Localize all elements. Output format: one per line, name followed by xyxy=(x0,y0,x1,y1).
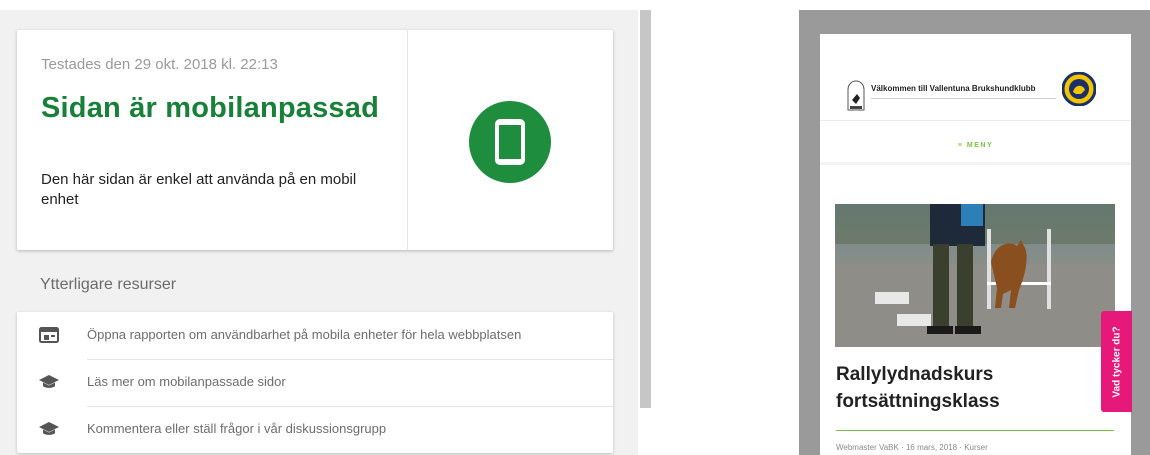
results-panel: Testades den 29 okt. 2018 kl. 22:13 Sida… xyxy=(0,10,638,455)
mobile-friendly-test-page: Testades den 29 okt. 2018 kl. 22:13 Sida… xyxy=(0,0,1150,455)
club-logo-left-icon xyxy=(847,76,865,114)
list-item-discussion-group[interactable]: Kommentera eller ställ frågor i vår disk… xyxy=(17,406,613,453)
title-underline xyxy=(871,98,1056,99)
list-item-label: Öppna rapporten om användbarhet på mobil… xyxy=(87,327,522,342)
card-divider xyxy=(407,30,408,250)
test-timestamp: Testades den 29 okt. 2018 kl. 22:13 xyxy=(41,56,278,73)
graduation-cap-icon xyxy=(39,373,59,391)
report-icon xyxy=(39,326,59,344)
post-title[interactable]: Rallylydnadskurs fortsättningsklass xyxy=(836,361,1096,415)
feedback-label: Vad tycker du? xyxy=(1111,325,1122,398)
result-card: Testades den 29 okt. 2018 kl. 22:13 Sida… xyxy=(17,30,613,250)
post-featured-image[interactable] xyxy=(835,204,1115,347)
smartphone-icon xyxy=(469,101,551,183)
post-meta: Webmaster VaBK · 16 mars, 2018 · Kurser xyxy=(836,443,988,452)
list-item-label: Läs mer om mobilanpassade sidor xyxy=(87,374,286,389)
feedback-tab[interactable]: Vad tycker du? xyxy=(1101,311,1132,412)
result-text: Testades den 29 okt. 2018 kl. 22:13 Sida… xyxy=(41,30,407,250)
scrollbar-thumb[interactable] xyxy=(640,10,651,408)
post-title-underline xyxy=(836,430,1114,431)
result-description: Den här sidan är enkel att använda på en… xyxy=(41,171,357,208)
top-strip xyxy=(0,0,1150,10)
divider xyxy=(820,162,1131,165)
result-headline: Sidan är mobilanpassad xyxy=(41,92,379,124)
menu-button[interactable]: ≡ MENY xyxy=(820,142,1131,149)
club-logo-right-icon xyxy=(1061,71,1097,107)
list-item-learn-more[interactable]: Läs mer om mobilanpassade sidor xyxy=(17,359,613,406)
site-header: Välkommen till Vallentuna Brukshundklubb xyxy=(820,34,1131,120)
preview-gutter xyxy=(652,10,799,455)
resources-heading: Ytterligare resurser xyxy=(40,276,177,293)
resources-list: Öppna rapporten om användbarhet på mobil… xyxy=(17,312,613,453)
divider xyxy=(820,120,1131,121)
graduation-cap-icon xyxy=(39,420,59,438)
list-item-usability-report[interactable]: Öppna rapporten om användbarhet på mobil… xyxy=(17,312,613,359)
phone-preview-screen[interactable]: Välkommen till Vallentuna Brukshundklubb… xyxy=(820,34,1131,455)
site-title[interactable]: Välkommen till Vallentuna Brukshundklubb xyxy=(871,84,1035,93)
list-item-label: Kommentera eller ställ frågor i vår disk… xyxy=(87,421,387,436)
